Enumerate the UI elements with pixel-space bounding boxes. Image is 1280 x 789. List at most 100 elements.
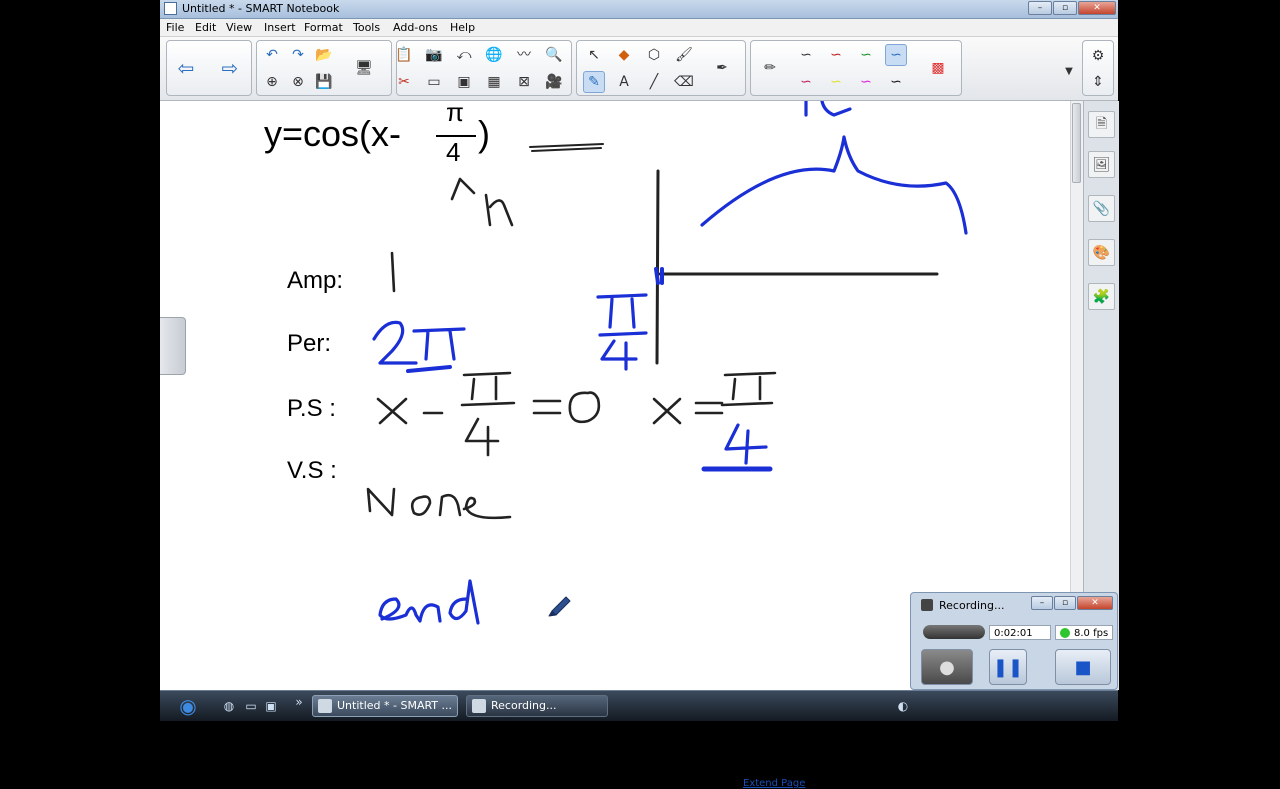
recording-fps: 8.0 fps <box>1055 625 1113 640</box>
eraser-tool-icon[interactable]: ⌫ <box>673 71 695 93</box>
pen-cursor-icon <box>548 596 571 617</box>
pen-style-5[interactable]: ∽ <box>795 71 817 93</box>
open-icon[interactable]: 📂 <box>313 44 335 66</box>
world-icon[interactable]: 🌐 <box>483 44 505 66</box>
taskbar-more-icon[interactable]: » <box>292 695 306 709</box>
pen-style-1[interactable]: ∽ <box>795 44 817 66</box>
move-toolbar-icon[interactable]: ⇕ <box>1087 71 1109 93</box>
pen-icon[interactable]: ✏ <box>759 57 781 79</box>
menu-view[interactable]: View <box>226 21 252 34</box>
redo-icon[interactable]: ↷ <box>287 44 309 66</box>
minimize-button[interactable]: – <box>1028 1 1052 15</box>
toolbar-dropdown-icon[interactable]: ▼ <box>1058 61 1080 83</box>
properties-tab-icon[interactable]: 🎨 <box>1088 239 1115 266</box>
camera-icon[interactable]: 📷 <box>423 44 445 66</box>
explorer-icon[interactable]: ▣ <box>264 699 278 713</box>
close-button[interactable]: ✕ <box>1078 1 1116 15</box>
blue-ink <box>372 101 968 625</box>
record-button[interactable]: ● <box>921 649 973 685</box>
clear-icon[interactable]: ⊠ <box>513 71 535 93</box>
taskbar-item-label: Recording... <box>491 699 557 712</box>
curve-icon[interactable]: 〰 <box>513 44 535 66</box>
shapes-icon[interactable]: ◆ <box>613 44 635 66</box>
pen-style-4[interactable]: ∽ <box>885 44 907 66</box>
pens-icon[interactable]: ✎ <box>583 71 605 93</box>
save-icon[interactable]: 💾 <box>313 71 335 93</box>
pen-style-3[interactable]: ∽ <box>855 44 877 66</box>
text-icon[interactable]: A <box>613 71 635 93</box>
taskbar-item-recording[interactable]: Recording... <box>466 695 608 717</box>
recorder-window: Recording... – ▫ ✕ 0:02:01 8.0 fps ● ❚❚ … <box>910 592 1118 690</box>
table-icon[interactable]: ▦ <box>483 71 505 93</box>
volume-slider[interactable] <box>923 625 985 639</box>
projector-icon[interactable]: ▣ <box>453 71 475 93</box>
select-arrow-icon[interactable]: ↖ <box>583 44 605 66</box>
desktop-icon[interactable]: ▭ <box>244 699 258 713</box>
screen-icon[interactable]: 🖥 <box>353 57 375 79</box>
menu-bar: File Edit View Insert Format Tools Add-o… <box>160 19 1118 37</box>
add-page-icon[interactable]: ⊕ <box>261 71 283 93</box>
pen-style-6[interactable]: ∽ <box>825 71 847 93</box>
notebook-task-icon <box>318 699 332 713</box>
menu-format[interactable]: Format <box>304 21 343 34</box>
status-dot-icon <box>1060 628 1070 638</box>
previous-page-button[interactable]: ⇦ <box>175 57 197 79</box>
pen-style-8[interactable]: ∽ <box>885 71 907 93</box>
recorder-minimize-button[interactable]: – <box>1031 596 1053 610</box>
edit-group: ↶ ↷ 📂 ⊕ ⊗ 💾 🖥 <box>256 40 392 96</box>
pause-button[interactable]: ❚❚ <box>989 649 1027 685</box>
chrome-icon[interactable]: ◍ <box>222 699 236 713</box>
undo-icon[interactable]: ↶ <box>261 44 283 66</box>
page-sorter-tab-icon[interactable]: 🗎 <box>1088 111 1115 138</box>
magnifier-icon[interactable]: 🔍 <box>543 44 565 66</box>
fill-icon[interactable]: 🖌 <box>673 44 695 66</box>
tray-icon[interactable]: ◐ <box>896 699 910 713</box>
line-icon[interactable]: ╱ <box>643 71 665 93</box>
color-palette-icon[interactable]: ▩ <box>927 57 949 79</box>
recorder-title: Recording... <box>939 599 1005 612</box>
paste-icon[interactable]: 📋 <box>393 44 415 66</box>
next-page-button[interactable]: ⇨ <box>219 57 241 79</box>
toolbar: ⇦ ⇨ ↶ ↷ 📂 ⊕ ⊗ 💾 🖥 📋 📷 ⤺ 🌐 〰 🔍 ✂ ▭ ▣ ▦ ⊠ … <box>160 37 1118 101</box>
screen-shade-icon[interactable]: ▭ <box>423 71 445 93</box>
recording-time: 0:02:01 <box>989 625 1051 640</box>
menu-file[interactable]: File <box>166 21 184 34</box>
maximize-button[interactable]: ▫ <box>1053 1 1077 15</box>
attachments-tab-icon[interactable]: 📎 <box>1088 195 1115 222</box>
recorder-close-button[interactable]: ✕ <box>1077 596 1113 610</box>
app-icon <box>164 2 177 15</box>
stop-button[interactable]: ■ <box>1055 649 1111 685</box>
menu-addons[interactable]: Add-ons <box>393 21 438 34</box>
menu-tools[interactable]: Tools <box>353 21 380 34</box>
menu-edit[interactable]: Edit <box>195 21 216 34</box>
taskbar-item-notebook[interactable]: Untitled * - SMART ... <box>312 695 458 717</box>
recorder-maximize-button[interactable]: ▫ <box>1054 596 1076 610</box>
eraser-icon[interactable]: ⬡ <box>643 44 665 66</box>
fps-label: 8.0 fps <box>1074 628 1109 639</box>
pen-style-2[interactable]: ∽ <box>825 44 847 66</box>
recorder-icon[interactable]: 🎥 <box>543 71 565 93</box>
undo-arrow-icon[interactable]: ⤺ <box>453 44 475 66</box>
pen-style-7[interactable]: ∽ <box>855 71 877 93</box>
delete-page-icon[interactable]: ⊗ <box>287 71 309 93</box>
scrollbar-thumb[interactable] <box>1072 103 1081 183</box>
extend-page-link[interactable]: Extend Page <box>743 778 805 789</box>
window-titlebar: Untitled * - SMART Notebook – ▫ ✕ <box>160 0 1118 19</box>
cut-icon[interactable]: ✂ <box>393 71 415 93</box>
start-button-icon[interactable]: ◉ <box>170 691 206 721</box>
left-panel-handle[interactable] <box>160 317 186 375</box>
draw-group: ↖ ◆ ⬡ 🖌 ✎ A ╱ ⌫ ✒ <box>576 40 746 96</box>
addons-tab-icon[interactable]: 🧩 <box>1088 283 1115 310</box>
window-title: Untitled * - SMART Notebook <box>182 2 340 15</box>
recording-task-icon <box>472 699 486 713</box>
menu-help[interactable]: Help <box>450 21 475 34</box>
pen-styles-group: ✏ ∽ ∽ ∽ ∽ ∽ ∽ ∽ ∽ ▩ <box>750 40 962 96</box>
tools-group: 📋 📷 ⤺ 🌐 〰 🔍 ✂ ▭ ▣ ▦ ⊠ 🎥 <box>393 40 572 96</box>
taskbar: ◉ ◍ ▭ ▣ » Untitled * - SMART ... Recordi… <box>160 690 1118 721</box>
nav-group: ⇦ ⇨ <box>166 40 252 96</box>
gallery-tab-icon[interactable]: 🖼 <box>1088 151 1115 178</box>
menu-insert[interactable]: Insert <box>264 21 296 34</box>
settings-group: ⚙ ⇕ <box>1082 40 1114 96</box>
gear-icon[interactable]: ⚙ <box>1087 45 1109 67</box>
pen-tool-icon[interactable]: ✒ <box>711 57 733 79</box>
